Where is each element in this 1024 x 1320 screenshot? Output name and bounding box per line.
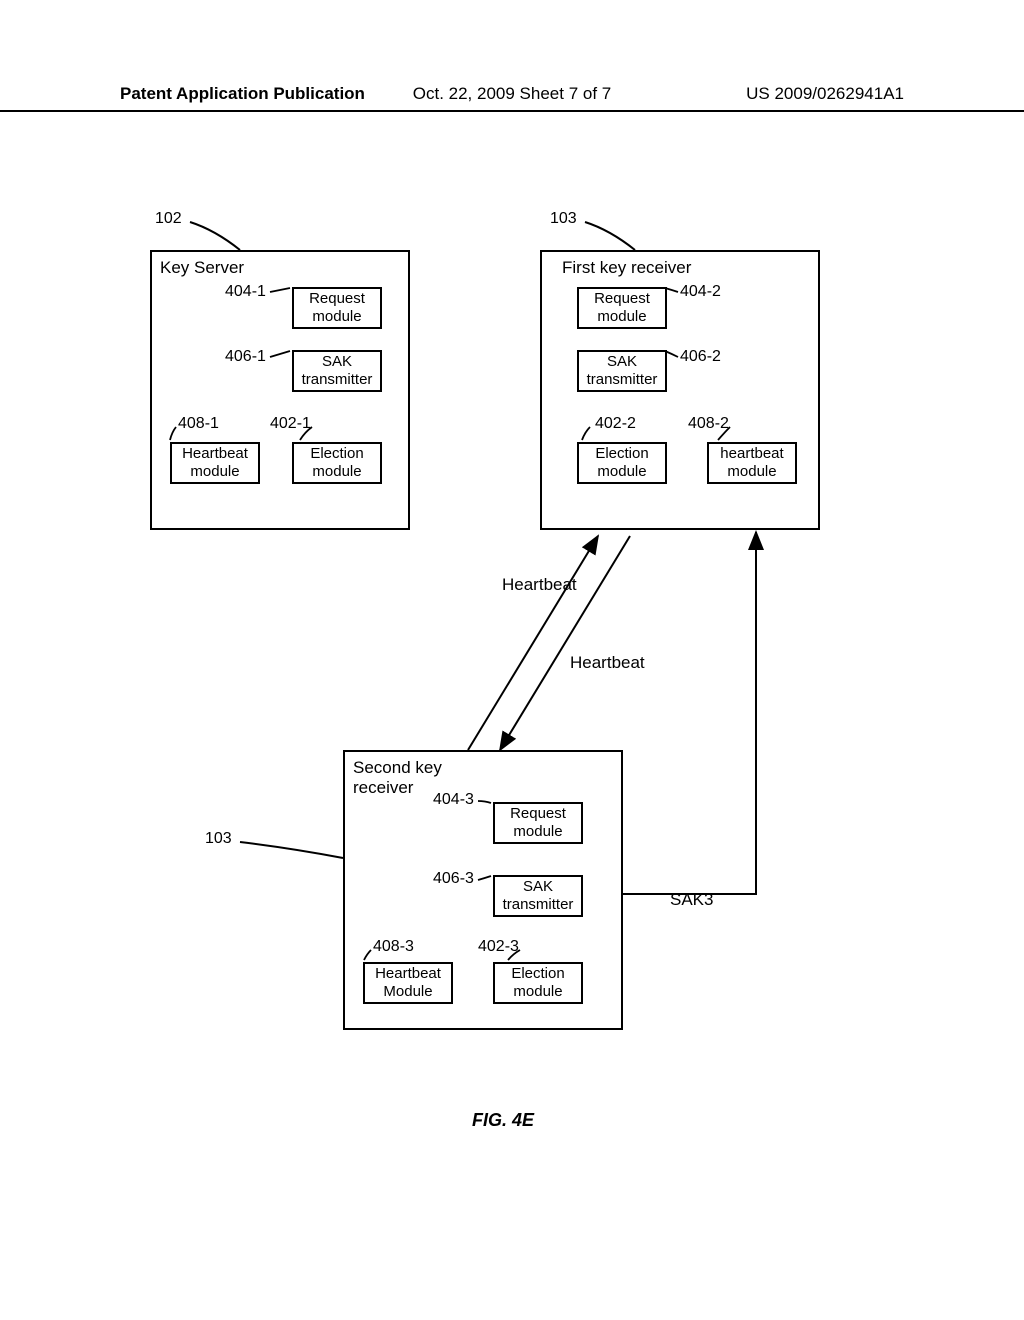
key-server-heartbeat-module: Heartbeatmodule <box>170 442 260 484</box>
ref-406-1: 406-1 <box>225 348 266 366</box>
ref-404-3: 404-3 <box>433 791 474 809</box>
first-receiver-election-module: Electionmodule <box>577 442 667 484</box>
ref-404-1: 404-1 <box>225 283 266 301</box>
heartbeat-label-1: Heartbeat <box>502 575 577 595</box>
second-receiver-ref: 103 <box>205 830 232 848</box>
ref-408-1: 408-1 <box>178 415 219 433</box>
first-receiver-request-module: Requestmodule <box>577 287 667 329</box>
key-server-ref: 102 <box>155 210 182 228</box>
first-receiver-heartbeat-module: heartbeatmodule <box>707 442 797 484</box>
ref-406-3: 406-3 <box>433 870 474 888</box>
key-server-box: Key Server Requestmodule SAKtransmitter … <box>150 250 410 530</box>
key-server-election-module: Electionmodule <box>292 442 382 484</box>
page-header: Patent Application Publication Oct. 22, … <box>0 84 1024 112</box>
second-receiver-election-module: Electionmodule <box>493 962 583 1004</box>
first-receiver-title: First key receiver <box>562 258 691 278</box>
ref-402-3: 402-3 <box>478 938 519 956</box>
header-pub-number: US 2009/0262941A1 <box>643 84 904 104</box>
first-receiver-ref: 103 <box>550 210 577 228</box>
ref-404-2: 404-2 <box>680 283 721 301</box>
first-receiver-sak-module: SAKtransmitter <box>577 350 667 392</box>
header-publication: Patent Application Publication <box>120 84 381 104</box>
second-receiver-request-module: Requestmodule <box>493 802 583 844</box>
header-date-sheet: Oct. 22, 2009 Sheet 7 of 7 <box>381 84 642 104</box>
key-server-request-module: Requestmodule <box>292 287 382 329</box>
ref-402-1: 402-1 <box>270 415 311 433</box>
ref-406-2: 406-2 <box>680 348 721 366</box>
ref-408-3: 408-3 <box>373 938 414 956</box>
key-server-title: Key Server <box>160 258 244 278</box>
ref-402-2: 402-2 <box>595 415 636 433</box>
sak3-label: SAK3 <box>670 890 713 910</box>
figure-caption: FIG. 4E <box>472 1110 534 1131</box>
ref-408-2: 408-2 <box>688 415 729 433</box>
key-server-sak-module: SAKtransmitter <box>292 350 382 392</box>
second-receiver-heartbeat-module: HeartbeatModule <box>363 962 453 1004</box>
diagram-area: Key Server Requestmodule SAKtransmitter … <box>100 190 924 1190</box>
second-receiver-box: Second keyreceiver Requestmodule SAKtran… <box>343 750 623 1030</box>
second-receiver-sak-module: SAKtransmitter <box>493 875 583 917</box>
second-receiver-title: Second keyreceiver <box>353 758 442 798</box>
heartbeat-label-2: Heartbeat <box>570 653 645 673</box>
